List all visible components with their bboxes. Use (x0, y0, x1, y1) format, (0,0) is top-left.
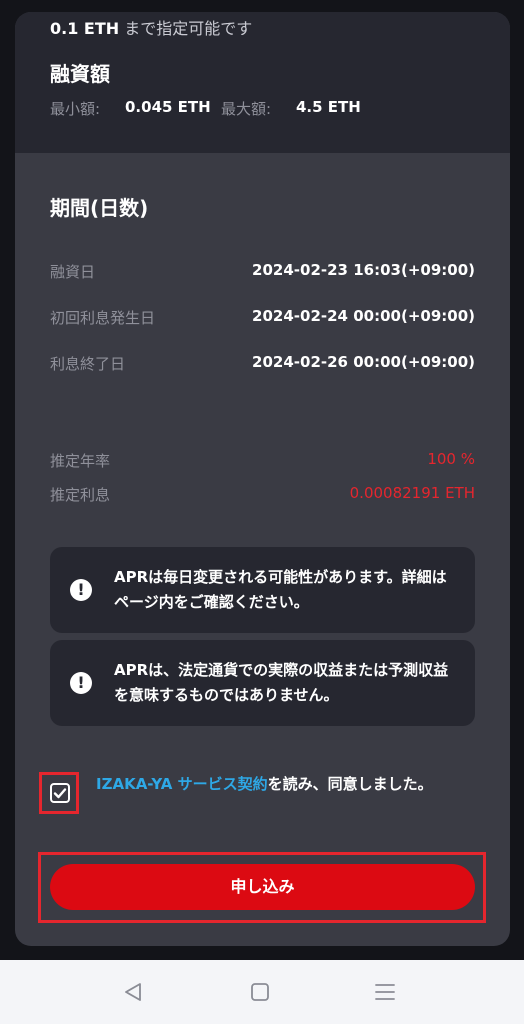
notice-text: APRは、法定通貨での実際の収益または予測収益を意味するものではありません。 (114, 661, 449, 704)
min-amount-label: 最小額: (50, 100, 101, 118)
min-amount-value: 0.045 ETH (125, 98, 211, 116)
notice-text: APRは毎日変更される可能性があります。詳細はページ内をご確認ください。 (114, 568, 447, 611)
agreement-checkbox-highlight (39, 772, 79, 814)
estimated-apr-value: 100 % (427, 450, 475, 468)
estimated-interest-label: 推定利息 (50, 486, 111, 504)
square-home-icon[interactable] (246, 978, 274, 1006)
estimated-interest-value: 0.00082191 ETH (349, 484, 475, 502)
triangle-back-icon[interactable] (119, 978, 147, 1006)
max-amount-value: 4.5 ETH (296, 98, 361, 116)
checkmark-icon (53, 788, 67, 799)
period-title: 期間(日数) (50, 196, 149, 220)
agreement-checkbox[interactable] (50, 783, 70, 803)
period-row-value: 2024-02-23 16:03(+09:00) (252, 261, 475, 279)
system-navigation-bar (0, 960, 524, 1024)
period-row-label: 初回利息発生日 (50, 309, 156, 327)
hint-suffix: まで指定可能です (119, 19, 253, 38)
apr-notice: ! APRは、法定通貨での実際の収益または予測収益を意味するものではありません。 (50, 640, 475, 726)
period-row-label: 利息終了日 (50, 355, 126, 373)
amount-hint: 0.1 ETH まで指定可能です (50, 15, 252, 39)
period-row-value: 2024-02-24 00:00(+09:00) (252, 307, 475, 325)
exclamation-circle-icon: ! (70, 579, 92, 601)
loan-amount-title: 融資額 (50, 62, 110, 86)
exclamation-circle-icon: ! (70, 672, 92, 694)
hint-amount: 0.1 ETH (50, 19, 120, 38)
max-amount-label: 最大額: (221, 100, 272, 118)
apply-button[interactable]: 申し込み (50, 864, 475, 910)
agreement-suffix: を読み、同意しました。 (267, 775, 433, 793)
service-agreement-link[interactable]: IZAKA-YA サービス契約 (96, 775, 268, 793)
loan-application-card: 0.1 ETH まで指定可能です 融資額 最小額: 0.045 ETH 最大額:… (15, 12, 510, 946)
period-row-value: 2024-02-26 00:00(+09:00) (252, 353, 475, 371)
agreement-text: IZAKA-YA サービス契約を読み、同意しました。 (96, 772, 466, 797)
period-row-label: 融資日 (50, 263, 96, 281)
apr-notice: ! APRは毎日変更される可能性があります。詳細はページ内をご確認ください。 (50, 547, 475, 633)
estimated-apr-label: 推定年率 (50, 452, 111, 470)
menu-lines-icon[interactable] (371, 978, 399, 1006)
